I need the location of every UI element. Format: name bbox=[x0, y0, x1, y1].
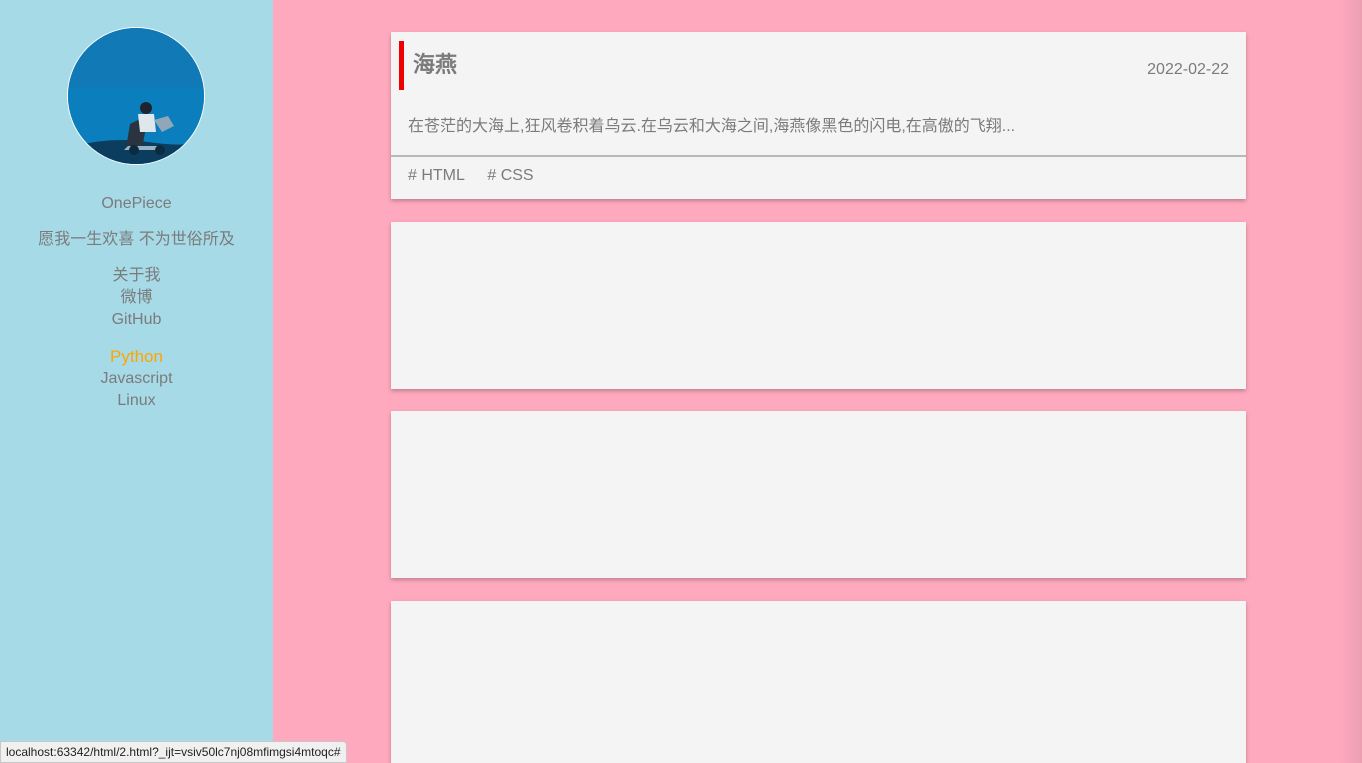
category-javascript[interactable]: Javascript bbox=[0, 368, 273, 390]
tag-html[interactable]: # HTML bbox=[408, 167, 465, 184]
sidebar-links: 关于我 微博 GitHub bbox=[0, 265, 273, 331]
post-tags: # HTML # CSS bbox=[408, 167, 552, 185]
category-linux[interactable]: Linux bbox=[0, 390, 273, 412]
sidebar-link-weibo[interactable]: 微博 bbox=[0, 287, 273, 309]
category-python[interactable]: Python bbox=[0, 346, 273, 368]
post-excerpt: 在苍茫的大海上,狂风卷积着乌云.在乌云和大海之间,海燕像黑色的闪电,在高傲的飞翔… bbox=[408, 118, 1016, 135]
post-card-empty bbox=[391, 601, 1246, 763]
profile-name: OnePiece bbox=[101, 195, 172, 212]
tag-css[interactable]: # CSS bbox=[487, 167, 533, 184]
card-divider bbox=[391, 155, 1246, 157]
sidebar-link-about[interactable]: 关于我 bbox=[0, 265, 273, 287]
avatar[interactable] bbox=[67, 27, 205, 165]
avatar-image bbox=[68, 28, 204, 164]
post-date: 2022-02-22 bbox=[1147, 61, 1229, 78]
post-card[interactable]: 海燕 2022-02-22 在苍茫的大海上,狂风卷积着乌云.在乌云和大海之间,海… bbox=[391, 32, 1246, 199]
category-list: Python Javascript Linux bbox=[0, 346, 273, 412]
window-edge-shadow bbox=[1338, 0, 1362, 763]
post-card-empty bbox=[391, 222, 1246, 389]
status-bar-url: localhost:63342/html/2.html?_ijt=vsiv50l… bbox=[0, 741, 347, 763]
post-title[interactable]: 海燕 bbox=[413, 52, 457, 78]
sidebar: OnePiece 愿我一生欢喜 不为世俗所及 关于我 微博 GitHub Pyt… bbox=[0, 0, 273, 763]
post-card-empty bbox=[391, 411, 1246, 578]
title-accent-bar bbox=[399, 41, 404, 90]
profile-motto: 愿我一生欢喜 不为世俗所及 bbox=[38, 231, 235, 248]
sidebar-link-github[interactable]: GitHub bbox=[0, 309, 273, 331]
